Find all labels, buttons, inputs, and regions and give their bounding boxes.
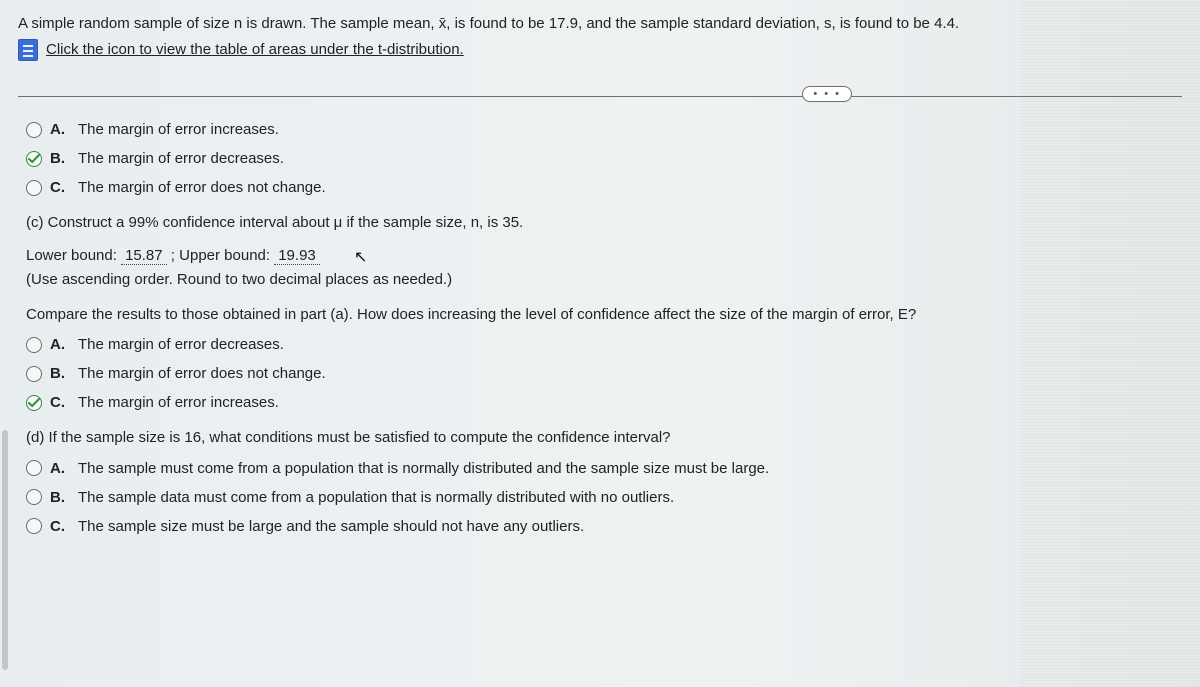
option-letter: C. [50,394,70,411]
option-text: The margin of error decreases. [78,336,284,353]
option-row[interactable]: C. The margin of error increases. [26,394,1182,411]
intro-line-1: A simple random sample of size n is draw… [18,12,1182,36]
question-intro: A simple random sample of size n is draw… [18,12,1182,62]
table-doc-icon[interactable] [18,39,38,61]
upper-bound-label: Upper bound: [179,247,270,264]
option-letter: A. [50,460,70,477]
option-letter: C. [50,179,70,196]
lower-bound-label: Lower bound: [26,247,117,264]
option-letter: B. [50,489,70,506]
option-row[interactable]: B. The margin of error does not change. [26,365,1182,382]
option-row[interactable]: C. The sample size must be large and the… [26,518,1182,535]
divider-line [18,96,1182,97]
t-distribution-link[interactable]: Click the icon to view the table of area… [46,38,464,62]
option-text: The margin of error does not change. [78,179,326,196]
option-text: The margin of error does not change. [78,365,326,382]
option-text: The sample data must come from a populat… [78,489,674,506]
option-text: The sample size must be large and the sa… [78,518,584,535]
option-letter: A. [50,336,70,353]
option-row[interactable]: A. The margin of error increases. [26,121,1182,138]
option-row[interactable]: B. The margin of error decreases. [26,150,1182,167]
option-letter: A. [50,121,70,138]
part-c-compare: Compare the results to those obtained in… [26,304,1182,327]
separator: ; [171,247,175,264]
option-text: The sample must come from a population t… [78,460,769,477]
rounding-note: (Use ascending order. Round to two decim… [26,271,1182,288]
radio-icon[interactable] [26,122,42,138]
lower-bound-value[interactable]: 15.87 [121,247,167,265]
option-row[interactable]: A. The sample must come from a populatio… [26,460,1182,477]
radio-checked-icon[interactable] [26,151,42,167]
upper-bound-value[interactable]: 19.93 [274,247,320,265]
scrollbar-thumb[interactable] [2,430,8,670]
radio-icon[interactable] [26,180,42,196]
part-c-options: A. The margin of error decreases. B. The… [26,336,1182,411]
more-badge[interactable]: • • • [802,86,852,102]
option-row[interactable]: C. The margin of error does not change. [26,179,1182,196]
part-d-options: A. The sample must come from a populatio… [26,460,1182,535]
option-letter: B. [50,365,70,382]
option-text: The margin of error decreases. [78,150,284,167]
radio-icon[interactable] [26,460,42,476]
radio-icon[interactable] [26,366,42,382]
radio-icon[interactable] [26,337,42,353]
option-text: The margin of error increases. [78,121,279,138]
option-text: The margin of error increases. [78,394,279,411]
part-d-prompt: (d) If the sample size is 16, what condi… [26,427,1182,450]
radio-checked-icon[interactable] [26,395,42,411]
option-row[interactable]: A. The margin of error decreases. [26,336,1182,353]
confidence-interval-answer: Lower bound: 15.87 ; Upper bound: 19.93 … [26,245,1182,265]
mouse-cursor-icon: ↖ [354,247,367,267]
section-divider: • • • [18,96,1182,97]
option-letter: C. [50,518,70,535]
option-row[interactable]: B. The sample data must come from a popu… [26,489,1182,506]
option-letter: B. [50,150,70,167]
radio-icon[interactable] [26,489,42,505]
part-b-options: A. The margin of error increases. B. The… [26,121,1182,196]
radio-icon[interactable] [26,518,42,534]
part-c-prompt: (c) Construct a 99% confidence interval … [26,212,1182,235]
